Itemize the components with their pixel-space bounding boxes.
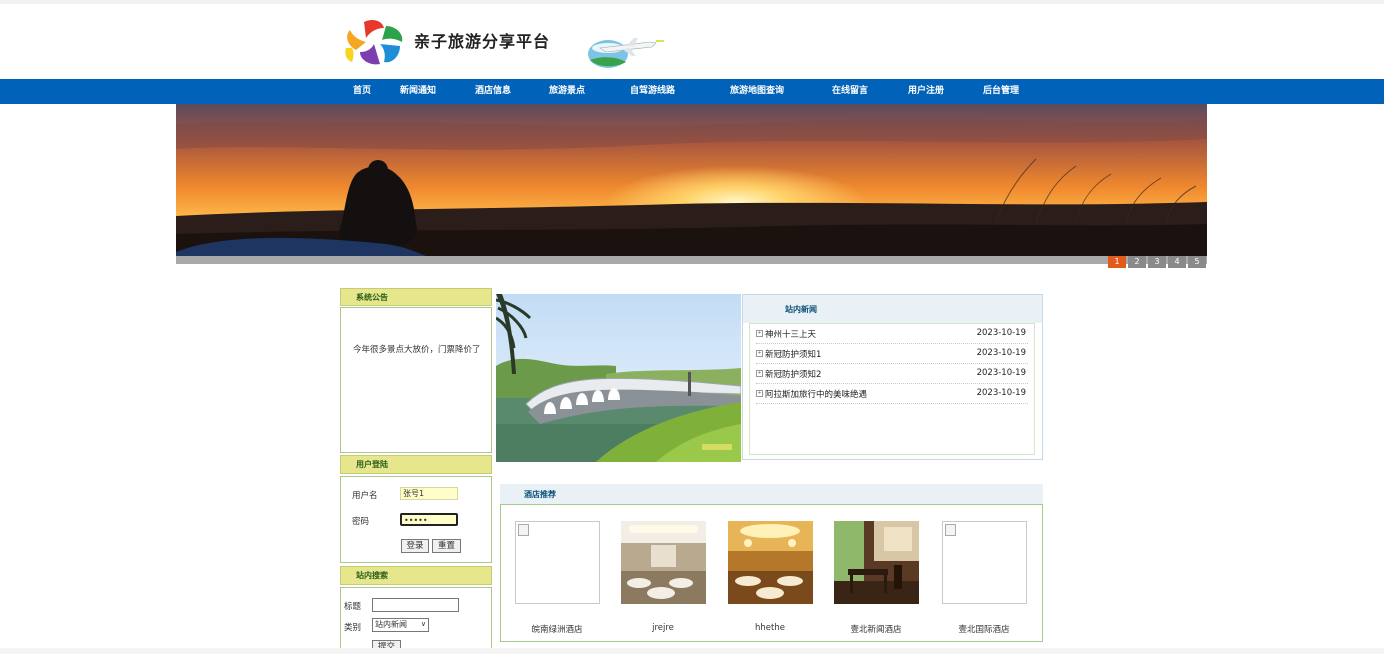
- hotel-image-banquet[interactable]: [621, 521, 706, 604]
- hotel-image-broken[interactable]: [942, 521, 1027, 604]
- nav-driving-routes[interactable]: 自驾游线路: [630, 79, 675, 104]
- reset-button[interactable]: 重置: [432, 539, 461, 553]
- hotel-header: 酒店推荐: [500, 484, 1043, 504]
- news-item-title[interactable]: 新冠防护须知1: [765, 348, 821, 360]
- nav-messages[interactable]: 在线留言: [832, 79, 868, 104]
- nav-register[interactable]: 用户注册: [908, 79, 944, 104]
- logo-icon: [345, 20, 403, 65]
- login-button[interactable]: 登录: [401, 539, 429, 553]
- news-item-title[interactable]: 神州十三上天: [765, 328, 816, 340]
- news-panel: 站内新闻 + 神州十三上天 2023-10-19 + 新冠防护须知1 2023-…: [742, 294, 1043, 460]
- news-item-date: 2023-10-19: [976, 368, 1026, 378]
- main-nav: 首页 新闻通知 酒店信息 旅游景点 自驾游线路 旅游地图查询 在线留言 用户注册…: [0, 79, 1384, 104]
- banner-pager-bar: [176, 256, 1207, 264]
- news-item[interactable]: + 神州十三上天 2023-10-19: [756, 324, 1028, 344]
- news-header: 站内新闻: [743, 295, 1042, 323]
- park-photo: [496, 294, 741, 462]
- hotel-image-dining[interactable]: [728, 521, 813, 604]
- banner-page-2[interactable]: 2: [1128, 256, 1146, 268]
- site-title: 亲子旅游分享平台: [414, 32, 551, 51]
- notice-text: 今年很多景点大放价，门票降价了: [353, 345, 481, 355]
- hotel-image-restaurant[interactable]: [834, 521, 919, 604]
- hotel-name[interactable]: 壹北国际酒店: [934, 623, 1034, 635]
- airplane-icon: [588, 38, 664, 68]
- news-item-date: 2023-10-19: [976, 388, 1026, 398]
- notice-box: 今年很多景点大放价，门票降价了: [340, 307, 492, 453]
- search-title: 站内搜索: [356, 571, 388, 580]
- news-list: + 神州十三上天 2023-10-19 + 新冠防护须知1 2023-10-19…: [749, 323, 1035, 455]
- search-category-select[interactable]: 站内新闻 ∨: [372, 618, 429, 632]
- news-item-title[interactable]: 阿拉斯加旅行中的美味绝遇: [765, 388, 867, 400]
- nav-attractions[interactable]: 旅游景点: [549, 79, 585, 104]
- nav-hotels[interactable]: 酒店信息: [475, 79, 511, 104]
- login-title: 用户登陆: [356, 460, 388, 469]
- hotel-name[interactable]: 壹北新闻酒店: [826, 623, 926, 635]
- bottom-border: [0, 648, 1384, 654]
- hotel-image-broken[interactable]: [515, 521, 600, 604]
- news-item[interactable]: + 新冠防护须知2 2023-10-19: [756, 364, 1028, 384]
- news-item-date: 2023-10-19: [976, 328, 1026, 338]
- nav-home[interactable]: 首页: [353, 79, 371, 104]
- news-item-date: 2023-10-19: [976, 348, 1026, 358]
- broken-image-icon: [518, 524, 529, 536]
- news-item[interactable]: + 阿拉斯加旅行中的美味绝遇 2023-10-19: [756, 384, 1028, 404]
- banner-page-3[interactable]: 3: [1148, 256, 1166, 268]
- banner-image: [176, 104, 1207, 256]
- chevron-down-icon: ∨: [420, 620, 426, 628]
- news-title: 站内新闻: [785, 305, 817, 314]
- news-item[interactable]: + 新冠防护须知1 2023-10-19: [756, 344, 1028, 364]
- news-item-title[interactable]: 新冠防护须知2: [765, 368, 821, 380]
- nav-admin[interactable]: 后台管理: [983, 79, 1019, 104]
- search-category-label: 类别: [344, 623, 362, 633]
- search-header: 站内搜索: [340, 566, 492, 585]
- bullet-icon: +: [756, 370, 763, 377]
- username-label: 用户名: [352, 491, 378, 501]
- banner-page-5[interactable]: 5: [1188, 256, 1206, 268]
- nav-news[interactable]: 新闻通知: [400, 79, 436, 104]
- notice-header: 系统公告: [340, 288, 492, 306]
- hotel-name[interactable]: jrejre: [613, 623, 713, 633]
- password-input[interactable]: •••••: [400, 513, 458, 526]
- nav-map-search[interactable]: 旅游地图查询: [730, 79, 784, 104]
- hotel-title: 酒店推荐: [524, 490, 556, 499]
- top-border: [0, 0, 1384, 4]
- search-title-label: 标题: [344, 602, 362, 612]
- hotel-name[interactable]: hhethe: [720, 623, 820, 633]
- username-input[interactable]: 张号1: [400, 487, 458, 500]
- banner-page-4[interactable]: 4: [1168, 256, 1186, 268]
- hotel-name[interactable]: 皖南绿洲酒店: [507, 623, 607, 635]
- search-category-value: 站内新闻: [375, 620, 407, 629]
- bullet-icon: +: [756, 390, 763, 397]
- search-title-input[interactable]: [372, 598, 459, 612]
- bullet-icon: +: [756, 350, 763, 357]
- login-header: 用户登陆: [340, 455, 492, 474]
- banner-page-1[interactable]: 1: [1108, 256, 1126, 268]
- bullet-icon: +: [756, 330, 763, 337]
- broken-image-icon: [945, 524, 956, 536]
- password-label: 密码: [352, 517, 370, 527]
- notice-title: 系统公告: [356, 293, 388, 302]
